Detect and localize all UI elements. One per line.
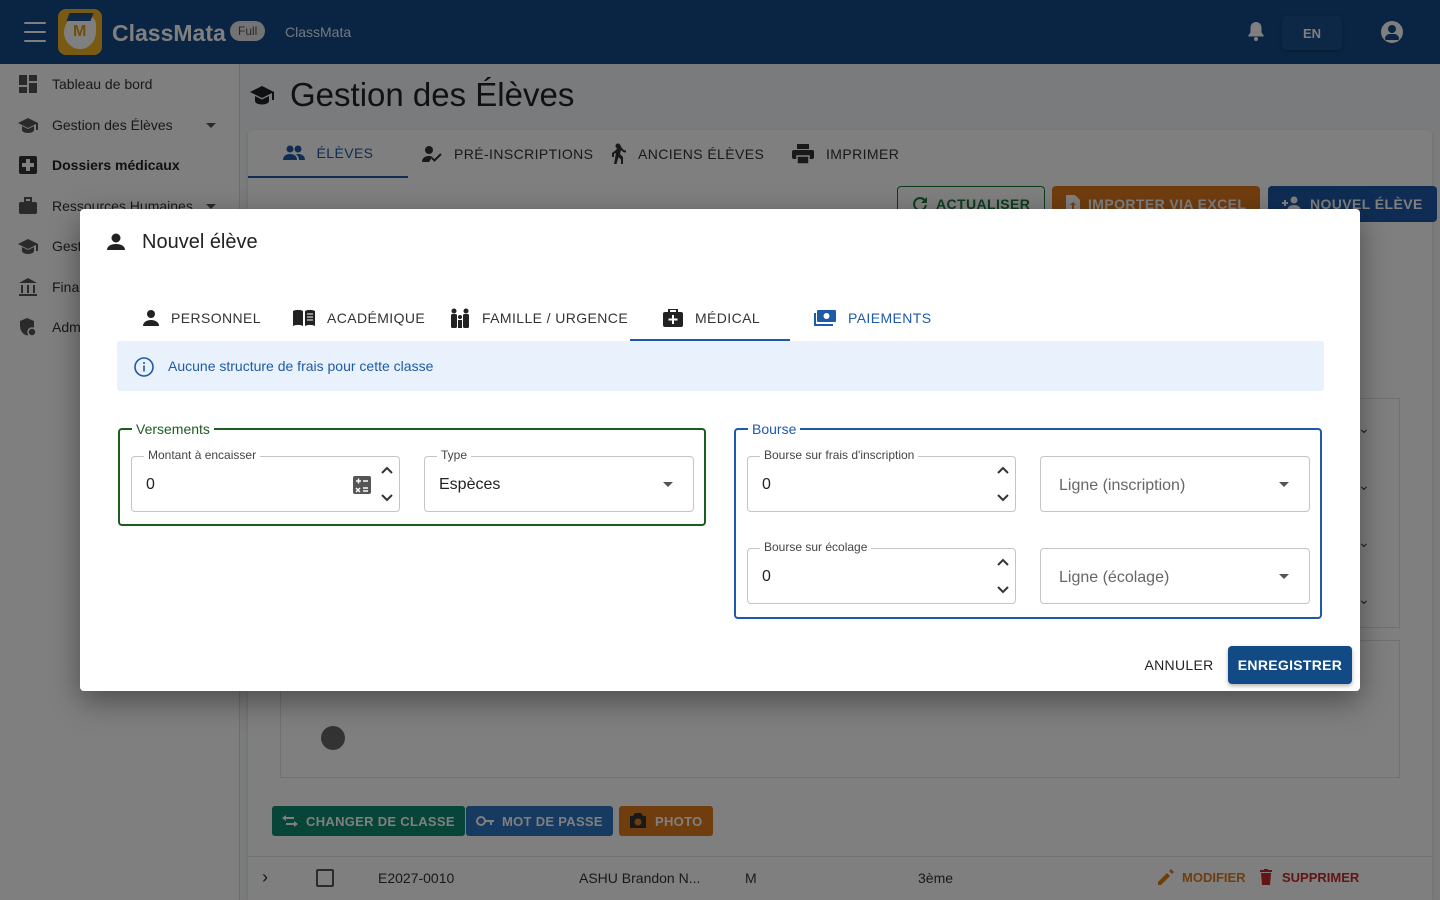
info-message: Aucune structure de frais pour cette cla…	[168, 358, 434, 374]
dropdown-arrow-icon	[1279, 482, 1289, 487]
amount-label: Montant à encaisser	[144, 448, 261, 462]
save-button[interactable]: ENREGISTRER	[1228, 646, 1352, 684]
person-icon	[107, 233, 125, 250]
cancel-button[interactable]: ANNULER	[1134, 646, 1224, 684]
info-icon	[134, 357, 154, 377]
dropdown-arrow-icon	[1279, 574, 1289, 579]
tab-label: PERSONNEL	[171, 310, 261, 326]
tab-family-emergency[interactable]: FAMILLE / URGENCE	[450, 294, 628, 342]
number-stepper-icon[interactable]	[380, 463, 394, 505]
dialog-title: Nouvel élève	[142, 231, 258, 253]
inscription-scholarship-value: 0	[762, 476, 771, 493]
payments-icon	[814, 310, 836, 326]
number-stepper-icon[interactable]	[996, 555, 1010, 597]
inscription-scholarship-label: Bourse sur frais d'inscription	[760, 448, 919, 462]
dropdown-arrow-icon	[663, 482, 673, 487]
versements-legend: Versements	[132, 421, 214, 437]
person-icon	[143, 310, 159, 326]
tab-medical[interactable]: MÉDICAL	[663, 294, 760, 342]
number-stepper-icon[interactable]	[996, 463, 1010, 505]
calculator-icon[interactable]	[353, 476, 371, 494]
tab-payments[interactable]: PAIEMENTS	[814, 294, 931, 342]
inscription-line-select[interactable]: Ligne (inscription)	[1040, 456, 1310, 512]
ecolage-line-placeholder: Ligne (écolage)	[1059, 569, 1170, 586]
inscription-scholarship-field[interactable]: Bourse sur frais d'inscription 0	[747, 448, 1016, 512]
book-icon	[293, 309, 315, 326]
tab-personal[interactable]: PERSONNEL	[143, 294, 261, 342]
tab-label: MÉDICAL	[695, 310, 761, 326]
ecolage-scholarship-value: 0	[762, 568, 771, 585]
tab-academic[interactable]: ACADÉMIQUE	[293, 294, 425, 342]
payment-type-select[interactable]: Type Espèces	[424, 448, 694, 512]
ecolage-line-select[interactable]: Ligne (écolage)	[1040, 548, 1310, 604]
amount-value: 0	[146, 476, 155, 493]
bourse-legend: Bourse	[748, 421, 801, 437]
tab-label: ACADÉMIQUE	[327, 310, 426, 326]
medical-bag-icon	[663, 309, 683, 327]
ecolage-scholarship-label: Bourse sur écolage	[760, 540, 872, 554]
tab-label: PAIEMENTS	[848, 310, 932, 326]
amount-field[interactable]: Montant à encaisser 0	[131, 448, 400, 512]
ecolage-scholarship-field[interactable]: Bourse sur écolage 0	[747, 540, 1016, 604]
type-label: Type	[437, 448, 472, 462]
inscription-line-placeholder: Ligne (inscription)	[1059, 477, 1186, 494]
tab-label: FAMILLE / URGENCE	[482, 310, 629, 326]
type-value: Espèces	[439, 476, 501, 493]
family-icon	[451, 308, 469, 328]
